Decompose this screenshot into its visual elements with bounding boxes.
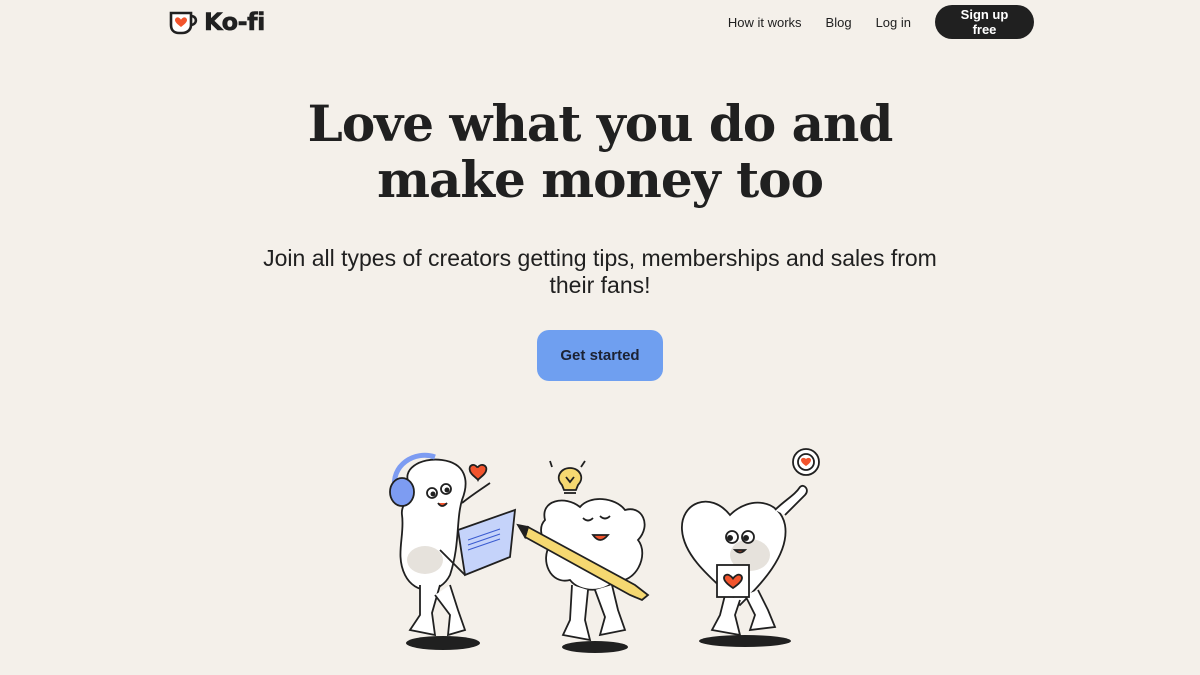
site-header: Ko-fi How it works Blog Log in Sign up f…: [0, 0, 1200, 44]
kofi-logo[interactable]: Ko-fi: [168, 8, 266, 37]
hero-title-line-2: make money too: [377, 150, 824, 209]
creator-with-pencil: [516, 460, 650, 653]
logo-wordmark: Ko-fi: [204, 8, 266, 37]
creator-with-mug: [681, 448, 820, 647]
sign-up-button[interactable]: Sign up free: [935, 5, 1034, 39]
main-nav: How it works Blog Log in Sign up free: [728, 5, 1034, 39]
landing-page: Ko-fi How it works Blog Log in Sign up f…: [0, 0, 1200, 675]
hero-subtitle: Join all types of creators getting tips,…: [0, 245, 1200, 299]
hero-title-line-1: Love what you do and: [307, 94, 894, 153]
nav-how-it-works[interactable]: How it works: [728, 15, 802, 30]
hero-subtitle-line-1: Join all types of creators getting tips,…: [263, 245, 937, 271]
creators-illustration: [389, 448, 820, 653]
nav-blog[interactable]: Blog: [826, 15, 852, 30]
get-started-button[interactable]: Get started: [537, 330, 663, 381]
hero-subtitle-line-2: their fans!: [549, 272, 651, 298]
creator-with-laptop: [389, 452, 517, 650]
nav-log-in[interactable]: Log in: [876, 15, 911, 30]
hero-title: Love what you do and make money too: [0, 96, 1200, 208]
kofi-cup-icon: [169, 11, 198, 35]
